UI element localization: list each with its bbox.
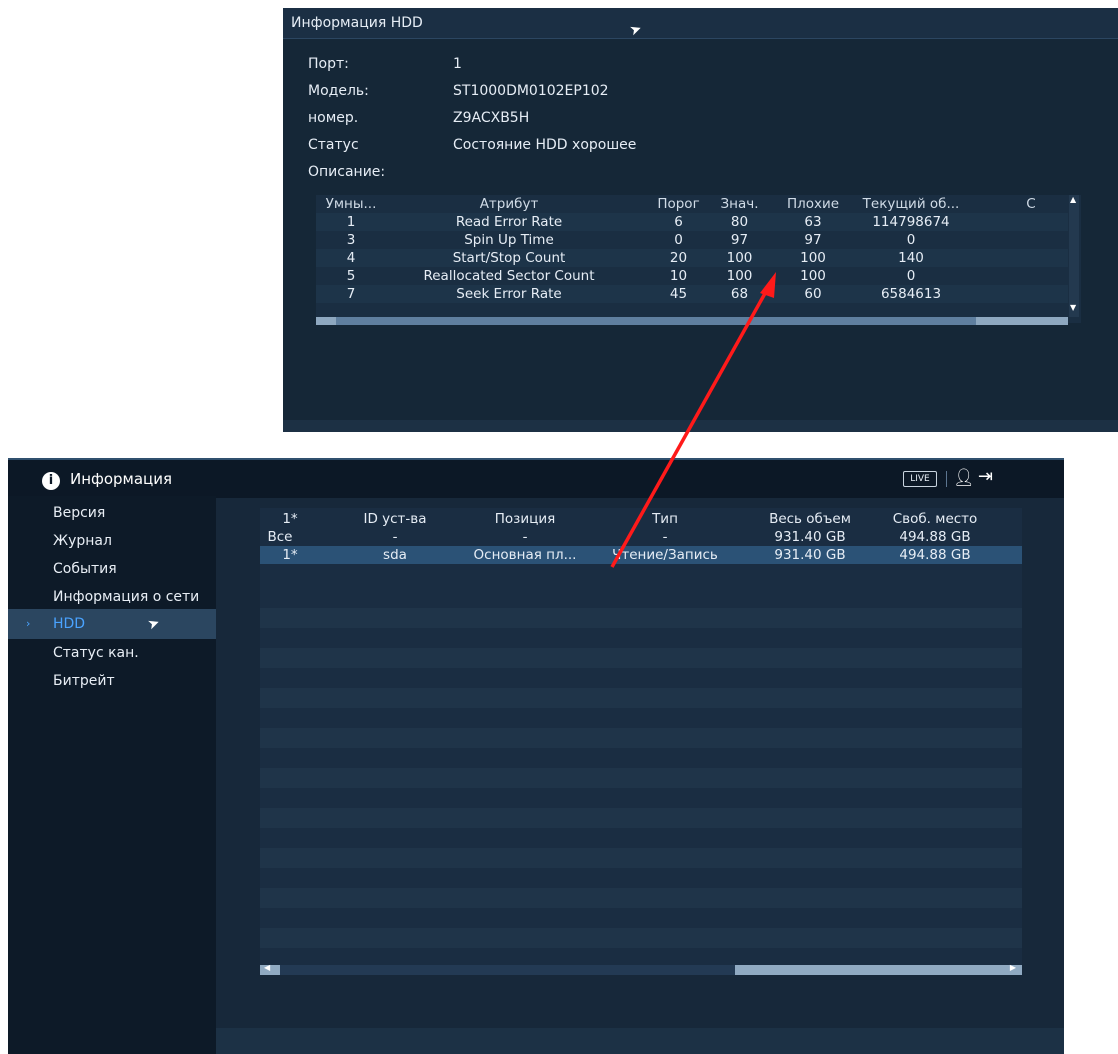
hdd-table[interactable]: 1* ID уст-ва Позиция Тип Весь объем Своб… (260, 508, 1022, 968)
info-circle-icon: i (42, 472, 60, 490)
table-row[interactable]: 5 Reallocated Sector Count 10 100 100 0 (316, 267, 1068, 285)
table-row[interactable]: 1 Read Error Rate 6 80 63 114798674 (316, 213, 1068, 231)
live-button[interactable]: LIVE (903, 471, 937, 487)
sidebar-item-log[interactable]: Журнал (8, 526, 216, 556)
smart-table-header: Умны... Атрибут Порог Знач. Плохие Текущ… (325, 196, 1036, 212)
horizontal-scrollbar[interactable]: ◀ ▶ (260, 963, 1022, 975)
smart-table[interactable]: Умны... Атрибут Порог Знач. Плохие Текущ… (316, 195, 1081, 325)
bottom-bar (216, 1028, 1064, 1054)
scroll-left-icon[interactable]: ◀ (264, 963, 270, 972)
sidebar-item-network-info[interactable]: Информация о сети (8, 582, 216, 612)
scroll-up-icon[interactable]: ▲ (1070, 195, 1076, 204)
sidebar-item-version[interactable]: Версия (8, 498, 216, 528)
info-window: i Информация LIVE 👤︎ ⇥ Версия Журнал Соб… (8, 458, 1064, 1054)
vertical-scrollbar[interactable]: ▲ ▼ (1069, 195, 1079, 317)
mouse-pointer-icon: ➤ (145, 614, 163, 634)
divider (946, 471, 947, 487)
table-row[interactable]: 4 Start/Stop Count 20 100 100 140 (316, 249, 1068, 267)
scrollbar-thumb[interactable] (336, 317, 976, 325)
scrollbar-thumb[interactable] (280, 965, 735, 975)
horizontal-scrollbar[interactable] (316, 317, 1068, 325)
chevron-right-icon: › (26, 617, 31, 630)
top-bar: i Информация LIVE 👤︎ ⇥ (8, 458, 1064, 498)
table-row[interactable]: 1* sda Основная пл... Чтение/Запись 931.… (260, 546, 1022, 564)
sidebar-item-channel-status[interactable]: Статус кан. (8, 638, 216, 668)
dialog-title: Информация HDD (283, 8, 1118, 39)
scroll-right-icon[interactable]: ▶ (1010, 963, 1016, 972)
sidebar: Версия Журнал События Информация о сети … (8, 496, 216, 1054)
page-title: Информация (70, 470, 173, 488)
hdd-table-header: 1* ID уст-ва Позиция Тип Весь объем Своб… (282, 511, 978, 527)
sidebar-item-events[interactable]: События (8, 554, 216, 584)
dialog-bottom-bar (283, 420, 1118, 432)
scroll-down-icon[interactable]: ▼ (1070, 303, 1076, 312)
sidebar-item-hdd[interactable]: › HDD ➤ (8, 609, 216, 639)
sidebar-item-bitrate[interactable]: Битрейт (8, 666, 216, 696)
hdd-info-dialog: Информация HDD ➤ Порт: 1 Модель: ST1000D… (283, 8, 1118, 432)
logout-icon[interactable]: ⇥ (978, 466, 993, 487)
table-row[interactable]: 7 Seek Error Rate 45 68 60 6584613 (316, 285, 1068, 303)
table-row[interactable]: 3 Spin Up Time 0 97 97 0 (316, 231, 1068, 249)
table-row[interactable]: Все - - - 931.40 GB 494.88 GB (260, 528, 1022, 546)
user-icon[interactable]: 👤︎ (953, 468, 975, 488)
